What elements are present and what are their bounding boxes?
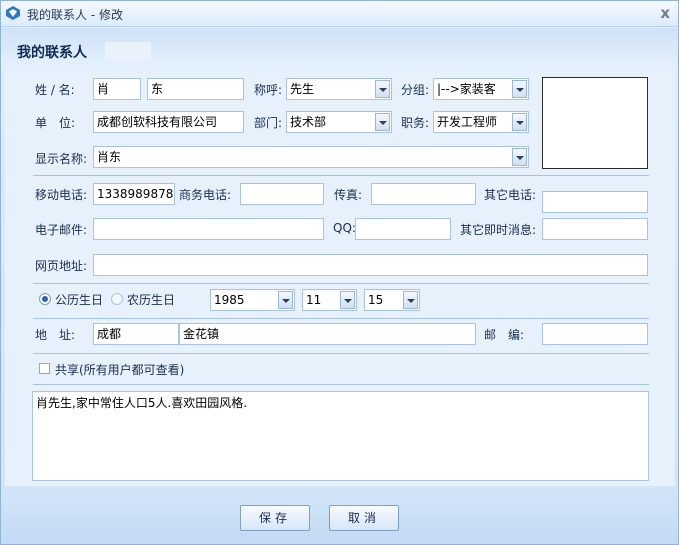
birth-year-value: 1985 (214, 293, 245, 307)
name-label: 姓 / 名: (35, 83, 75, 97)
fax-label: 传真: (334, 188, 363, 202)
divider (33, 353, 649, 354)
company-input[interactable]: 成都创软科技有限公司 (93, 111, 244, 133)
divider (33, 175, 649, 176)
qq-label: QQ: (333, 221, 356, 235)
salutation-value: 先生 (290, 82, 315, 96)
department-value: 技术部 (290, 115, 327, 129)
app-logo-icon (6, 6, 20, 20)
close-icon[interactable]: x (660, 4, 670, 22)
chevron-down-icon[interactable] (512, 113, 527, 131)
display-name-label: 显示名称: (35, 152, 88, 166)
contact-edit-window: 我的联系人 - 修改 x 我的联系人 姓 / 名: 肖 东 称呼: 先生 分组:… (0, 0, 679, 545)
other-phone-label: 其它电话: (484, 188, 537, 202)
chevron-down-icon[interactable] (375, 113, 390, 131)
window-title: 我的联系人 - 修改 (27, 8, 123, 22)
fax-input[interactable] (371, 183, 476, 205)
email-label: 电子邮件: (35, 223, 88, 237)
address-label: 地 址: (35, 328, 76, 342)
position-label: 职务: (401, 116, 430, 130)
department-select[interactable]: 技术部 (286, 111, 392, 133)
divider (33, 318, 649, 319)
divider (33, 384, 649, 385)
postcode-label: 邮 编: (484, 328, 525, 342)
birthday-lunar-radio[interactable] (111, 293, 123, 305)
share-checkbox[interactable] (39, 363, 50, 374)
cancel-button[interactable]: 取消 (329, 505, 399, 531)
display-name-value: 肖东 (97, 150, 122, 164)
header-band: 我的联系人 (1, 28, 678, 70)
notes-textarea[interactable]: 肖先生,家中常住人口5人.喜欢田园风格. (32, 391, 649, 481)
chevron-down-icon[interactable] (375, 80, 390, 98)
city-input[interactable]: 成都 (93, 323, 179, 345)
postcode-input[interactable] (542, 323, 648, 345)
form-panel: 姓 / 名: 肖 东 称呼: 先生 分组: |-->家装客 单 位: 成都创软科… (5, 71, 675, 486)
given-name-input[interactable]: 东 (147, 78, 244, 100)
birthday-solar-radio[interactable] (39, 293, 51, 305)
contact-photo[interactable] (542, 77, 648, 169)
birth-day-select[interactable]: 15 (364, 289, 420, 311)
web-input[interactable] (93, 254, 648, 276)
email-input[interactable] (93, 218, 324, 240)
group-value: |-->家装客 (437, 82, 496, 96)
other-phone-input[interactable] (542, 191, 648, 213)
birth-year-select[interactable]: 1985 (210, 289, 295, 311)
blurred-text (105, 42, 151, 62)
birth-day-value: 15 (368, 293, 384, 307)
im-label: 其它即时消息: (460, 223, 537, 237)
chevron-down-icon[interactable] (403, 291, 418, 309)
business-phone-input[interactable] (240, 183, 324, 205)
display-name-select[interactable]: 肖东 (93, 146, 529, 168)
qq-input[interactable] (355, 218, 451, 240)
surname-input[interactable]: 肖 (93, 78, 141, 100)
divider (33, 283, 649, 284)
save-button[interactable]: 保存 (240, 505, 310, 531)
chevron-down-icon[interactable] (512, 80, 527, 98)
share-label[interactable]: 共享(所有用户都可查看) (55, 361, 184, 378)
salutation-select[interactable]: 先生 (286, 78, 392, 100)
web-label: 网页地址: (35, 259, 88, 273)
footer-bar: 保存 取消 (1, 487, 678, 544)
birth-month-value: 11 (306, 293, 322, 307)
birthday-lunar-label[interactable]: 农历生日 (127, 291, 175, 308)
chevron-down-icon[interactable] (340, 291, 355, 309)
group-label: 分组: (401, 83, 430, 97)
birthday-solar-label[interactable]: 公历生日 (55, 291, 103, 308)
group-select[interactable]: |-->家装客 (433, 78, 529, 100)
im-input[interactable] (542, 218, 648, 240)
birth-month-select[interactable]: 11 (302, 289, 357, 311)
mobile-input[interactable]: 13389898787 (93, 183, 175, 205)
company-label: 单 位: (35, 116, 76, 130)
department-label: 部门: (254, 116, 283, 130)
business-phone-label: 商务电话: (179, 188, 232, 202)
page-title: 我的联系人 (17, 45, 87, 61)
title-bar[interactable]: 我的联系人 - 修改 x (1, 1, 678, 27)
mobile-label: 移动电话: (35, 188, 88, 202)
position-value: 开发工程师 (437, 115, 498, 129)
chevron-down-icon[interactable] (278, 291, 293, 309)
street-input[interactable]: 金花镇 (179, 323, 476, 345)
salutation-label: 称呼: (254, 83, 283, 97)
position-select[interactable]: 开发工程师 (433, 111, 529, 133)
chevron-down-icon[interactable] (512, 148, 527, 166)
